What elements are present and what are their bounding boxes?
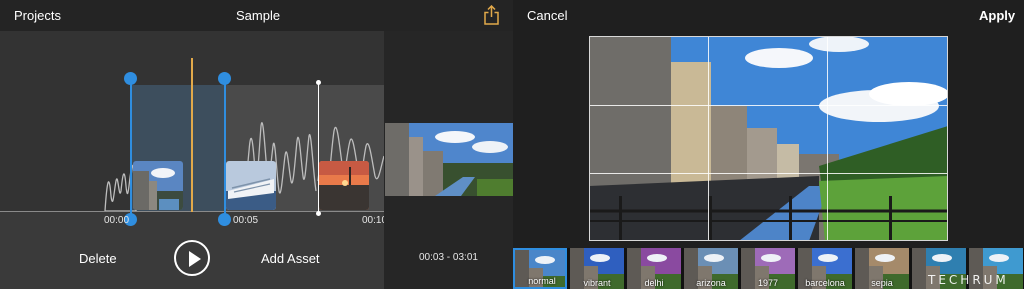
clip-end-marker-bottom[interactable] [316, 211, 321, 216]
editor-top-bar: Projects Sample [0, 0, 513, 31]
filter-option[interactable]: barcelona [798, 248, 852, 289]
project-title: Sample [236, 8, 281, 23]
apply-button[interactable]: Apply [979, 8, 1015, 23]
trim-end-handle-bottom[interactable] [218, 213, 231, 226]
filter-label: normal [528, 276, 556, 286]
trim-start-handle-top[interactable] [124, 72, 137, 85]
share-icon[interactable] [483, 5, 500, 25]
filter-option[interactable]: arizona [684, 248, 738, 289]
timeline-editor-panel: Projects Sample 00:00 00:05 00:10 Delete… [0, 0, 513, 289]
clip-preview-pane: 00:03 - 03:01 [384, 31, 513, 289]
cancel-button[interactable]: Cancel [527, 8, 567, 23]
watermark-text: TECHRUM [928, 273, 1009, 287]
grid-line-h2 [590, 173, 947, 174]
filter-option[interactable]: vibrant [570, 248, 624, 289]
trim-end-handle-top[interactable] [218, 72, 231, 85]
clip-range-label: 00:03 - 03:01 [419, 252, 478, 263]
filter-option[interactable]: delhi [627, 248, 681, 289]
street-canal-clip-thumbnail[interactable] [133, 161, 183, 210]
filter-option[interactable]: 1977 [741, 248, 795, 289]
filter-label: sepia [871, 278, 893, 288]
grid-line-v1 [708, 37, 709, 240]
editor-bottom-bar: Delete Add Asset [0, 231, 384, 289]
clip-preview-image [385, 123, 513, 196]
filter-label: 1977 [757, 278, 779, 288]
delete-button[interactable]: Delete [79, 251, 117, 266]
filter-label: vibrant [583, 278, 611, 288]
filter-label: delhi [644, 278, 664, 288]
crop-grid-overlay[interactable] [589, 36, 948, 241]
projects-button[interactable]: Projects [14, 8, 61, 23]
trim-end-handle-line[interactable] [224, 78, 226, 219]
grid-line-h1 [590, 105, 947, 106]
filter-label: arizona [696, 278, 726, 288]
grid-line-v2 [827, 37, 828, 240]
cruise-ship-clip-thumbnail[interactable] [226, 161, 276, 210]
time-label-1: 00:05 [233, 215, 259, 226]
crop-filter-panel: Cancel Apply normal vibrant delhi arizon… [513, 0, 1024, 289]
timeline-track[interactable]: 00:00 00:05 00:10 [0, 31, 387, 231]
play-icon [189, 251, 201, 267]
filter-option[interactable]: sepia [855, 248, 909, 289]
clip-end-marker-top[interactable] [316, 80, 321, 85]
playhead[interactable] [191, 58, 193, 212]
filter-option[interactable]: normal [513, 248, 567, 289]
play-button[interactable] [174, 240, 210, 276]
time-label-0: 00:00 [104, 215, 130, 226]
clip-end-marker[interactable] [318, 82, 319, 214]
add-asset-button[interactable]: Add Asset [261, 251, 320, 266]
filter-label: barcelona [805, 278, 845, 288]
sunset-clip-thumbnail[interactable] [319, 161, 369, 210]
trim-start-handle-line[interactable] [130, 78, 132, 219]
